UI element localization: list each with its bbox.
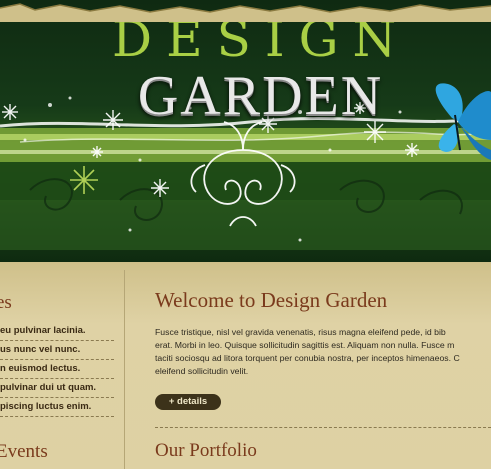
sidebar-heading-events: Events [0, 441, 48, 462]
section-separator [155, 427, 491, 428]
sidebar-link[interactable]: n euismod lectus. [0, 360, 114, 379]
paragraph-line: Fusce tristique, nisl vel gravida venena… [155, 327, 446, 337]
details-button[interactable]: + details [155, 394, 221, 410]
sidebar-link[interactable]: pulvinar dui ut quam. [0, 379, 114, 398]
sidebar-link[interactable]: us nunc vel nunc. [0, 341, 114, 360]
paragraph-line: eleifend sollicitudin velit. [155, 366, 249, 376]
main-column: Welcome to Design Garden Fusce tristique… [155, 262, 491, 469]
site-header: DESIGN GARDEN [0, 0, 491, 262]
sidebar-heading-categories: es [0, 292, 12, 313]
welcome-paragraph: Fusce tristique, nisl vel gravida venena… [155, 326, 491, 378]
sidebar: es eu pulvinar lacinia. us nunc vel nunc… [0, 262, 124, 469]
welcome-title: Welcome to Design Garden [155, 288, 388, 312]
column-divider [124, 270, 125, 469]
page: DESIGN GARDEN es eu pulvinar lacinia. us… [0, 0, 491, 469]
sidebar-link-list: eu pulvinar lacinia. us nunc vel nunc. n… [0, 322, 114, 417]
sidebar-link[interactable]: piscing luctus enim. [0, 398, 114, 417]
logo-garden-text: GARDEN [137, 65, 384, 127]
paragraph-line: erat. Morbi in leo. Quisque sollicitudin… [155, 340, 455, 350]
torn-paper-edge [0, 3, 491, 22]
content-area: es eu pulvinar lacinia. us nunc vel nunc… [0, 262, 491, 469]
sidebar-link[interactable]: eu pulvinar lacinia. [0, 322, 114, 341]
paragraph-line: taciti sociosqu ad litora torquent per c… [155, 353, 460, 363]
portfolio-heading: Our Portfolio [155, 440, 257, 461]
